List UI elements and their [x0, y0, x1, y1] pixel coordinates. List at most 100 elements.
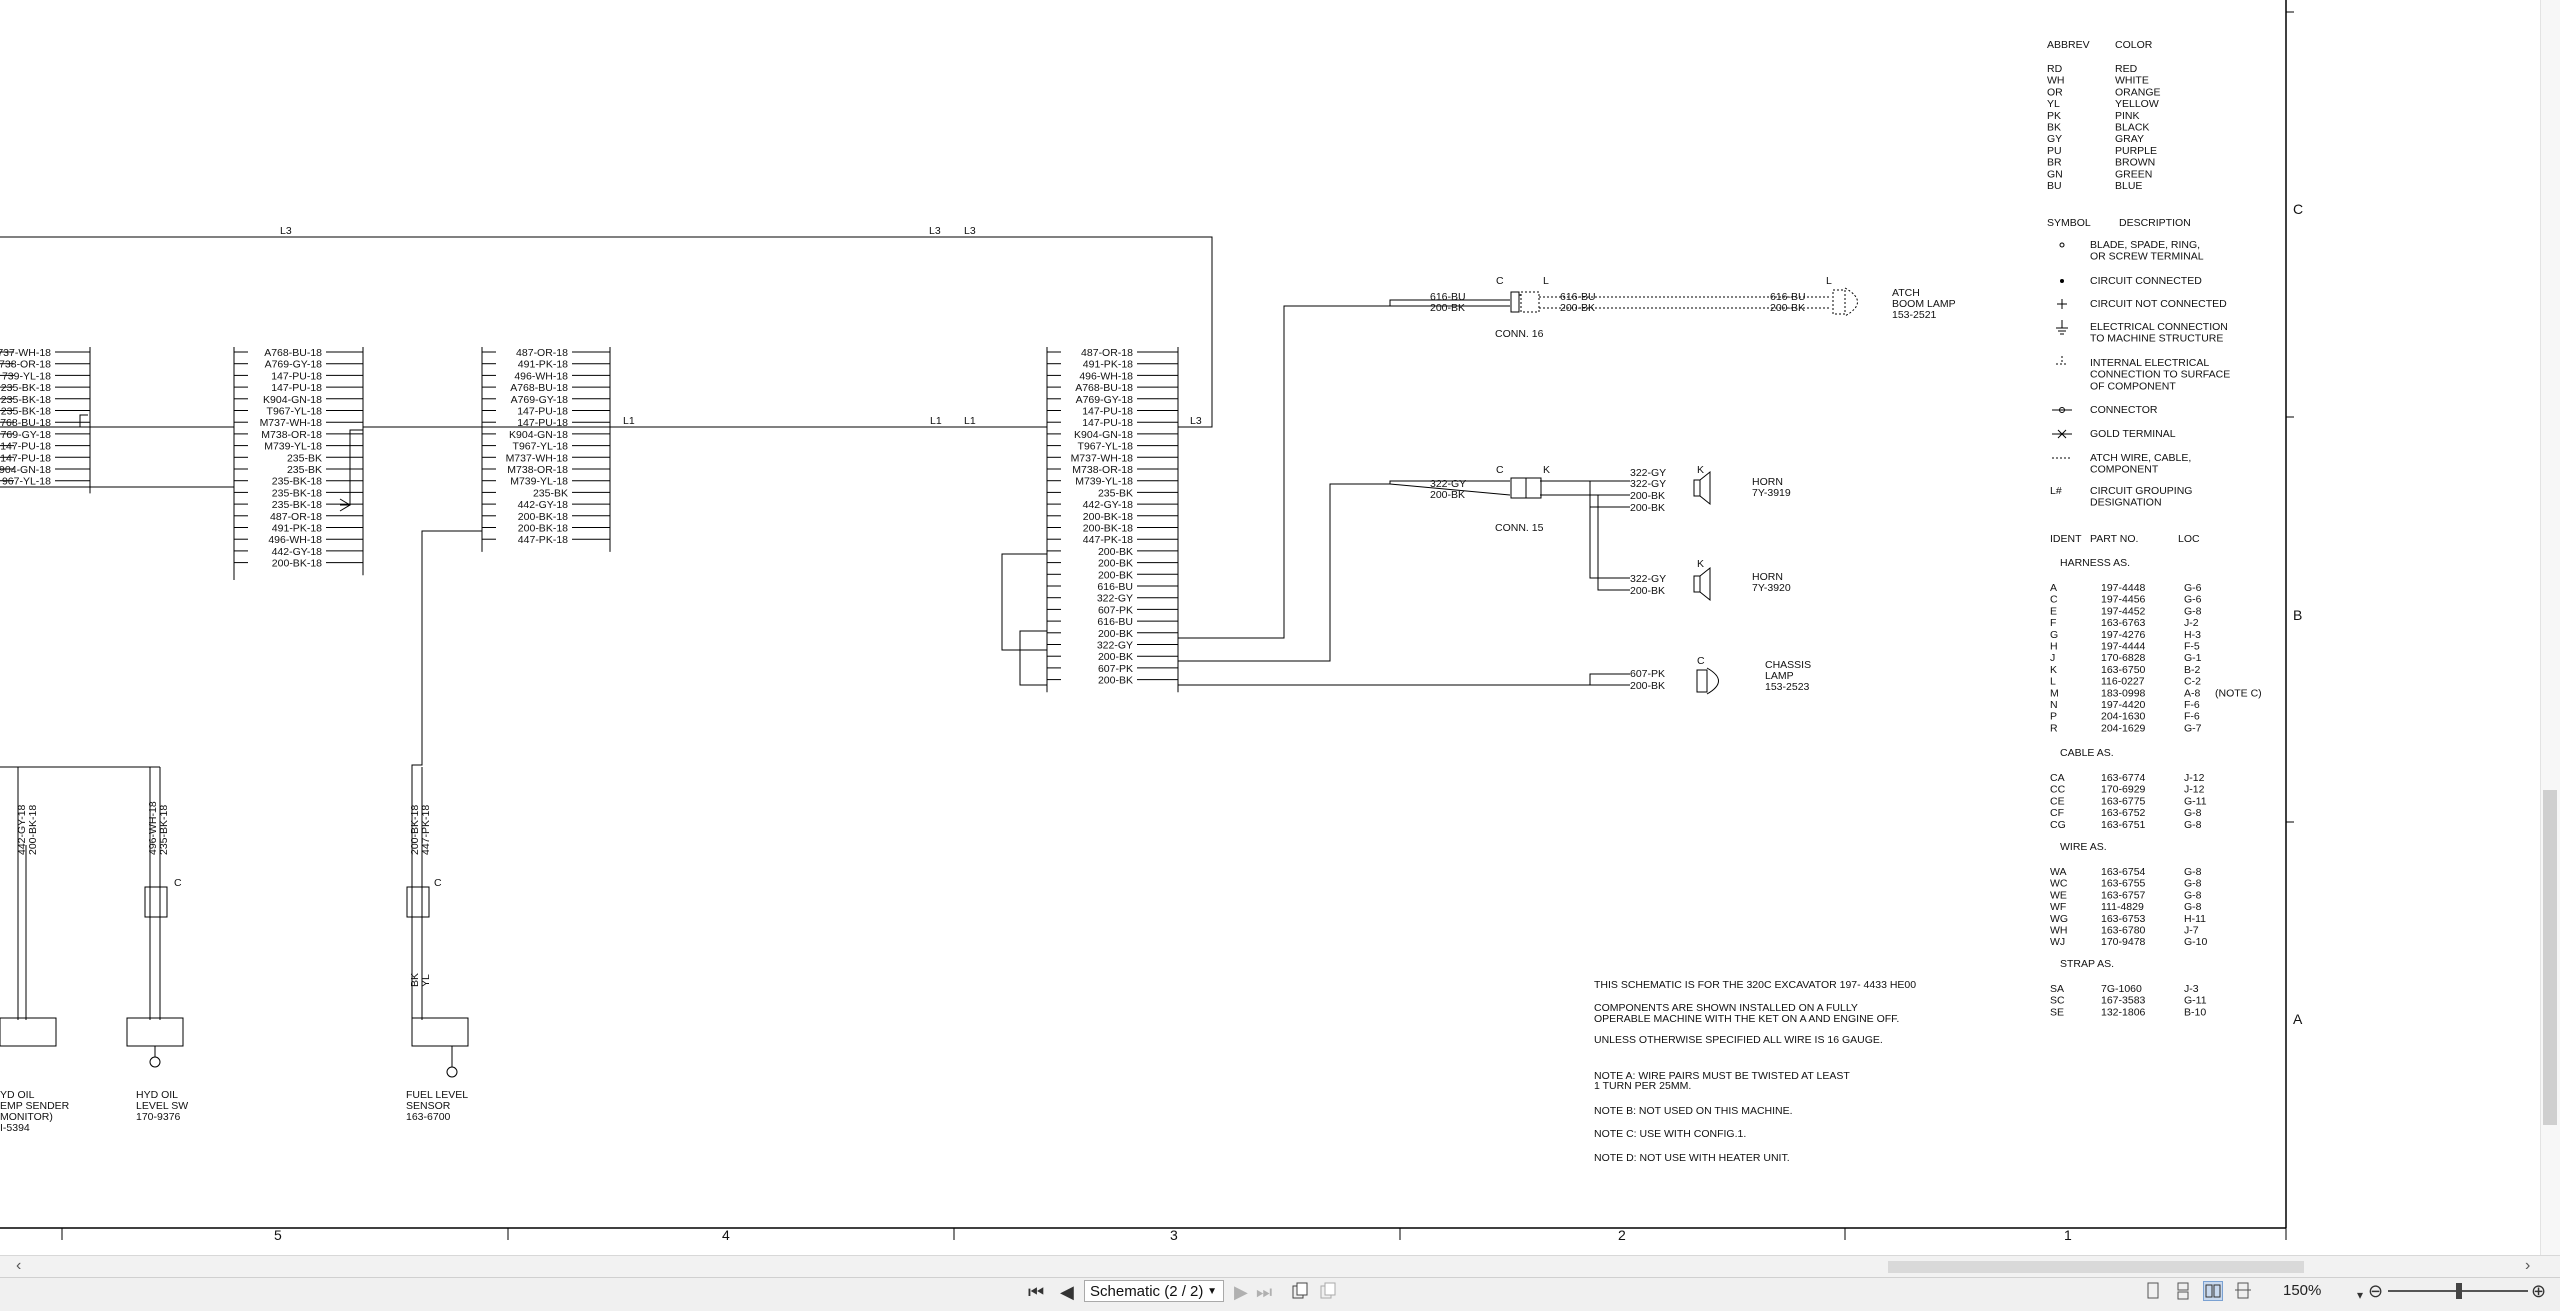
wire-label: 147-PU-18	[517, 406, 568, 418]
conn15-pin-c: C	[1496, 464, 1504, 476]
connector-block: 487-OR-18491-PK-18496-WH-18A768-BU-18A76…	[1046, 347, 1179, 693]
conn15-pin-k: K	[1543, 464, 1550, 476]
wire-label: A768-BU-18	[264, 347, 322, 359]
ident-cell: SE	[2050, 1006, 2064, 1018]
wire-label: 200-BK-18	[518, 523, 568, 535]
wire-label: 235-BK-18	[272, 499, 322, 511]
wire-label: M737-WH-18	[260, 417, 323, 429]
atch-lamp-part: 153-2521	[1892, 309, 1937, 321]
vertical-scroll-thumb[interactable]	[2543, 790, 2557, 1125]
zone-letter-a: A	[2293, 1011, 2303, 1027]
zoom-in-icon[interactable]: ⊕	[2531, 1281, 2546, 1301]
wire-label: 200-BK	[1430, 489, 1465, 501]
previous-page-icon[interactable]: ◀	[1060, 1282, 1074, 1302]
last-page-icon[interactable]: ⏭	[1256, 1282, 1272, 1302]
loc-cell: F-6	[2184, 711, 2200, 723]
part-cell: 197-4276	[2101, 629, 2146, 641]
horn-pin-k: K	[1697, 558, 1704, 570]
conn16-connector	[1510, 291, 1540, 313]
single-page-view-icon[interactable]	[2143, 1281, 2163, 1301]
wire-label: 442-GY-18	[518, 499, 569, 511]
symbol-description: TO MACHINE STRUCTURE	[2090, 333, 2223, 345]
copy-page-disabled-icon[interactable]	[1318, 1281, 1338, 1301]
next-page-icon[interactable]: ▶	[1234, 1282, 1248, 1302]
zone-number-5: 5	[274, 1227, 282, 1243]
wire-label: 607-PK	[1098, 604, 1133, 616]
copy-page-icon[interactable]	[1290, 1281, 1310, 1301]
symbol-description: COMPONENT	[2090, 464, 2159, 476]
two-page-view-icon[interactable]	[2203, 1281, 2223, 1301]
loc-cell: G-11	[2184, 795, 2207, 807]
circuit-not-connected-icon	[2057, 299, 2067, 309]
wire-label: 447-PK-18	[1083, 534, 1133, 546]
wire-label: 739-YL-18	[2, 370, 51, 382]
zoom-level[interactable]: 150%	[2283, 1282, 2321, 1299]
part-cell: 163-6751	[2101, 819, 2146, 831]
wire-label: M738-OR-18	[507, 464, 568, 476]
zoom-slider-thumb[interactable]	[2456, 1283, 2462, 1299]
loc-cell: G-8	[2184, 901, 2202, 913]
ident-cell: H	[2050, 641, 2058, 653]
continuous-view-icon[interactable]	[2173, 1281, 2193, 1301]
wire-label: 147-PU-18	[517, 417, 568, 429]
page-select[interactable]: Schematic (2 / 2) ▼	[1084, 1280, 1224, 1302]
circuit-label-l1: L1	[623, 415, 635, 427]
color-name: BLUE	[2115, 180, 2142, 192]
loc-cell: J-7	[2184, 925, 2199, 937]
wire-label: 447-PK-18	[420, 805, 432, 855]
scroll-left-icon[interactable]: ‹	[16, 1258, 21, 1274]
color-abbrev: WH	[2047, 75, 2065, 87]
color-name: PURPLE	[2115, 145, 2157, 157]
wire-label: 235-BK	[1098, 487, 1133, 499]
note-line: NOTE D: NOT USE WITH HEATER UNIT.	[1594, 1152, 1790, 1164]
note-line: THIS SCHEMATIC IS FOR THE 320C EXCAVATOR…	[1594, 979, 1916, 991]
connector-block: A768-BU-18A769-GY-18147-PU-18147-PU-18K9…	[233, 347, 364, 576]
color-abbrev: BR	[2047, 157, 2062, 169]
wire-label: 200-BK	[1098, 569, 1133, 581]
horizontal-scroll-thumb[interactable]	[1888, 1261, 2304, 1273]
wire-label: 200-BK	[1098, 651, 1133, 663]
first-page-icon[interactable]: ⏮	[1028, 1282, 1044, 1302]
part-cell: 163-6763	[2101, 617, 2146, 629]
wire-label: 491-PK-18	[272, 523, 322, 535]
part-cell: 163-6754	[2101, 866, 2146, 878]
wire-label: 235-BK	[287, 452, 322, 464]
wire-label: K904-GN-18	[263, 394, 322, 406]
ident-cell: WG	[2050, 913, 2068, 925]
scroll-view-icon[interactable]	[2233, 1281, 2253, 1301]
part-cell: 163-6753	[2101, 913, 2146, 925]
part-cell: 163-6750	[2101, 664, 2146, 676]
scroll-right-icon[interactable]: ›	[2525, 1258, 2530, 1274]
wire-label: A769-GY-18	[1076, 394, 1134, 406]
wire-label: 496-WH-18	[1079, 370, 1133, 382]
wire-label: 147-PU-18	[271, 370, 322, 382]
loc-cell: G-8	[2184, 866, 2202, 878]
chassis-lamp-icon	[1696, 667, 1719, 695]
wire-label: 200-BK	[1430, 302, 1465, 314]
zoom-dropdown-icon[interactable]: ▾	[2357, 1285, 2363, 1305]
symbol-description: ATCH WIRE, CABLE,	[2090, 452, 2191, 464]
part-cell: 197-4448	[2101, 582, 2146, 594]
page-select-value: Schematic (2 / 2)	[1090, 1283, 1204, 1300]
internal-ground-icon	[2056, 356, 2068, 365]
ident-cell: F	[2050, 617, 2056, 629]
table-section-title: CABLE AS.	[2060, 747, 2114, 759]
zoom-out-icon[interactable]: ⊖	[2368, 1281, 2383, 1301]
wire-label: 487-OR-18	[1081, 347, 1133, 359]
part-cell: 204-1630	[2101, 711, 2146, 723]
loc-cell: G-11	[2184, 995, 2207, 1007]
conn15-label: CONN. 15	[1495, 522, 1544, 534]
conn16-pin-l: L	[1543, 275, 1549, 287]
ident-cell: R	[2050, 722, 2058, 734]
ident-cell: J	[2050, 652, 2055, 664]
wire-label: 768-BU-18	[0, 417, 51, 429]
note-line: UNLESS OTHERWISE SPECIFIED ALL WIRE IS 1…	[1594, 1034, 1883, 1046]
machine-ground-icon	[2056, 320, 2068, 335]
loc-cell: G-6	[2184, 594, 2202, 606]
part-cell: 183-0998	[2101, 687, 2146, 699]
loc-cell: G-8	[2184, 605, 2202, 617]
wire-label: 607-PK	[1630, 668, 1665, 680]
ident-cell: M	[2050, 687, 2059, 699]
ident-cell: WH	[2050, 925, 2068, 937]
part-cell: 163-6780	[2101, 925, 2146, 937]
